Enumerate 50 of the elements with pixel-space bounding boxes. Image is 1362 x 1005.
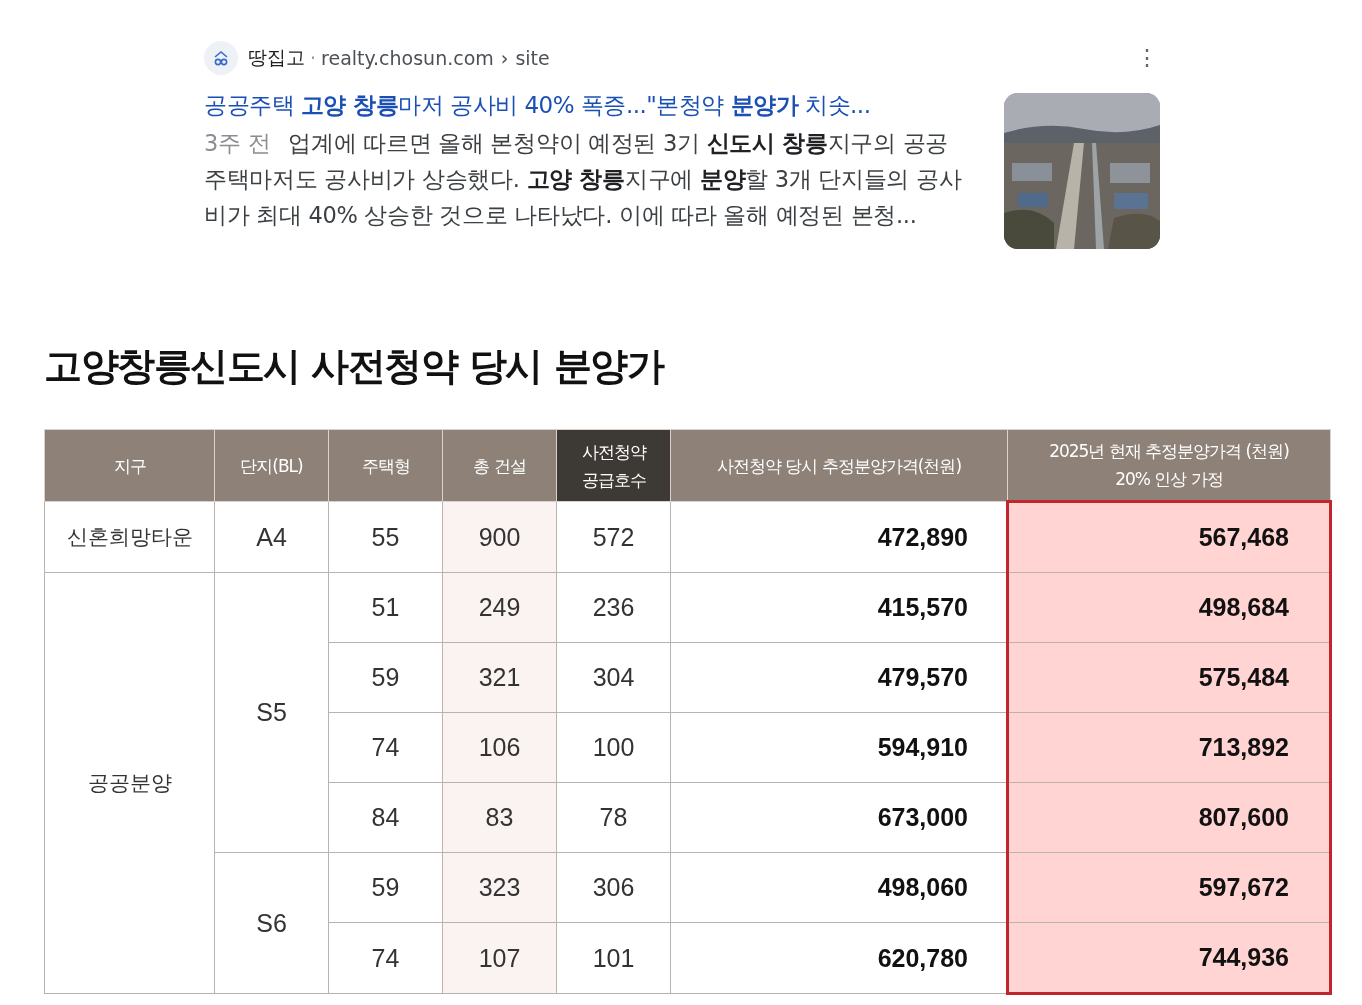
- table-cell: 236: [556, 572, 671, 643]
- table-cell: 597,672: [1007, 852, 1331, 923]
- table-cell: 59: [328, 852, 443, 923]
- table-cell: 51: [328, 572, 443, 643]
- table-cell: 101: [556, 922, 671, 994]
- result-snippet: 3주 전 업계에 따르면 올해 본청약이 예정된 3기 신도시 창릉지구의 공공 주택마저도 공사비가 상승했다. 고양 창릉지구에 분양할 3개 단지들의 공사비가 최대 40% 상승한 것으로 나타났다. 이에 따라 올해 예정된 본청...: [204, 129, 963, 230]
- table-cell: 306: [556, 852, 671, 923]
- table-cell: 572: [556, 501, 671, 573]
- table-cell: 83: [442, 782, 557, 853]
- table-cell: 55: [328, 501, 443, 573]
- table-cell: 713,892: [1007, 712, 1331, 783]
- site-logo-icon: [204, 41, 238, 75]
- table-cell: 323: [442, 852, 557, 923]
- column-header: 주택형: [328, 429, 443, 502]
- table-cell: 304: [556, 642, 671, 713]
- table-cell: 744,936: [1007, 922, 1331, 994]
- column-header: 지구: [44, 429, 215, 502]
- column-header: 사전청약 공급호수: [556, 429, 671, 502]
- separator-dot: ·: [310, 47, 317, 69]
- column-header: 단지(BL): [214, 429, 329, 502]
- table-cell: 575,484: [1007, 642, 1331, 713]
- table-cell: 100: [556, 712, 671, 783]
- source-url[interactable]: realty.chosun.com: [321, 47, 494, 69]
- table-cell: A4: [214, 501, 329, 573]
- table-cell: 59: [328, 642, 443, 713]
- chart-heading: 고양창릉신도시 사전청약 당시 분양가: [44, 343, 665, 390]
- source-name: 땅집고: [248, 45, 305, 70]
- table-cell: 900: [442, 501, 557, 573]
- table-cell: S5: [214, 572, 329, 853]
- table-cell: 107: [442, 922, 557, 994]
- result-title-link[interactable]: 공공주택 고양 창릉마저 공사비 40% 폭증..."본청약 분양가 치솟...: [204, 90, 972, 121]
- table-cell: 74: [328, 922, 443, 994]
- table-cell: 78: [556, 782, 671, 853]
- table-cell: 74: [328, 712, 443, 783]
- table-cell: 498,684: [1007, 572, 1331, 643]
- table-cell: 84: [328, 782, 443, 853]
- url-path: site: [515, 47, 550, 69]
- more-options-button[interactable]: ⋮: [1134, 38, 1160, 78]
- table-cell: 신혼희망타운: [44, 501, 215, 573]
- table-cell: 249: [442, 572, 557, 643]
- table-cell: 321: [442, 642, 557, 713]
- table-cell: 567,468: [1007, 501, 1331, 573]
- column-header: 총 건설: [442, 429, 557, 502]
- table-cell: 공공분양: [44, 572, 215, 994]
- column-header: 사전청약 당시 추정분양가격(천원): [670, 429, 1008, 502]
- table-cell: 106: [442, 712, 557, 783]
- breadcrumb-separator: ›: [500, 47, 509, 69]
- column-header: 2025년 현재 추정분양가격 (천원) 20% 인상 가정: [1007, 429, 1331, 502]
- table-cell: 807,600: [1007, 782, 1331, 853]
- table-cell: S6: [214, 852, 329, 994]
